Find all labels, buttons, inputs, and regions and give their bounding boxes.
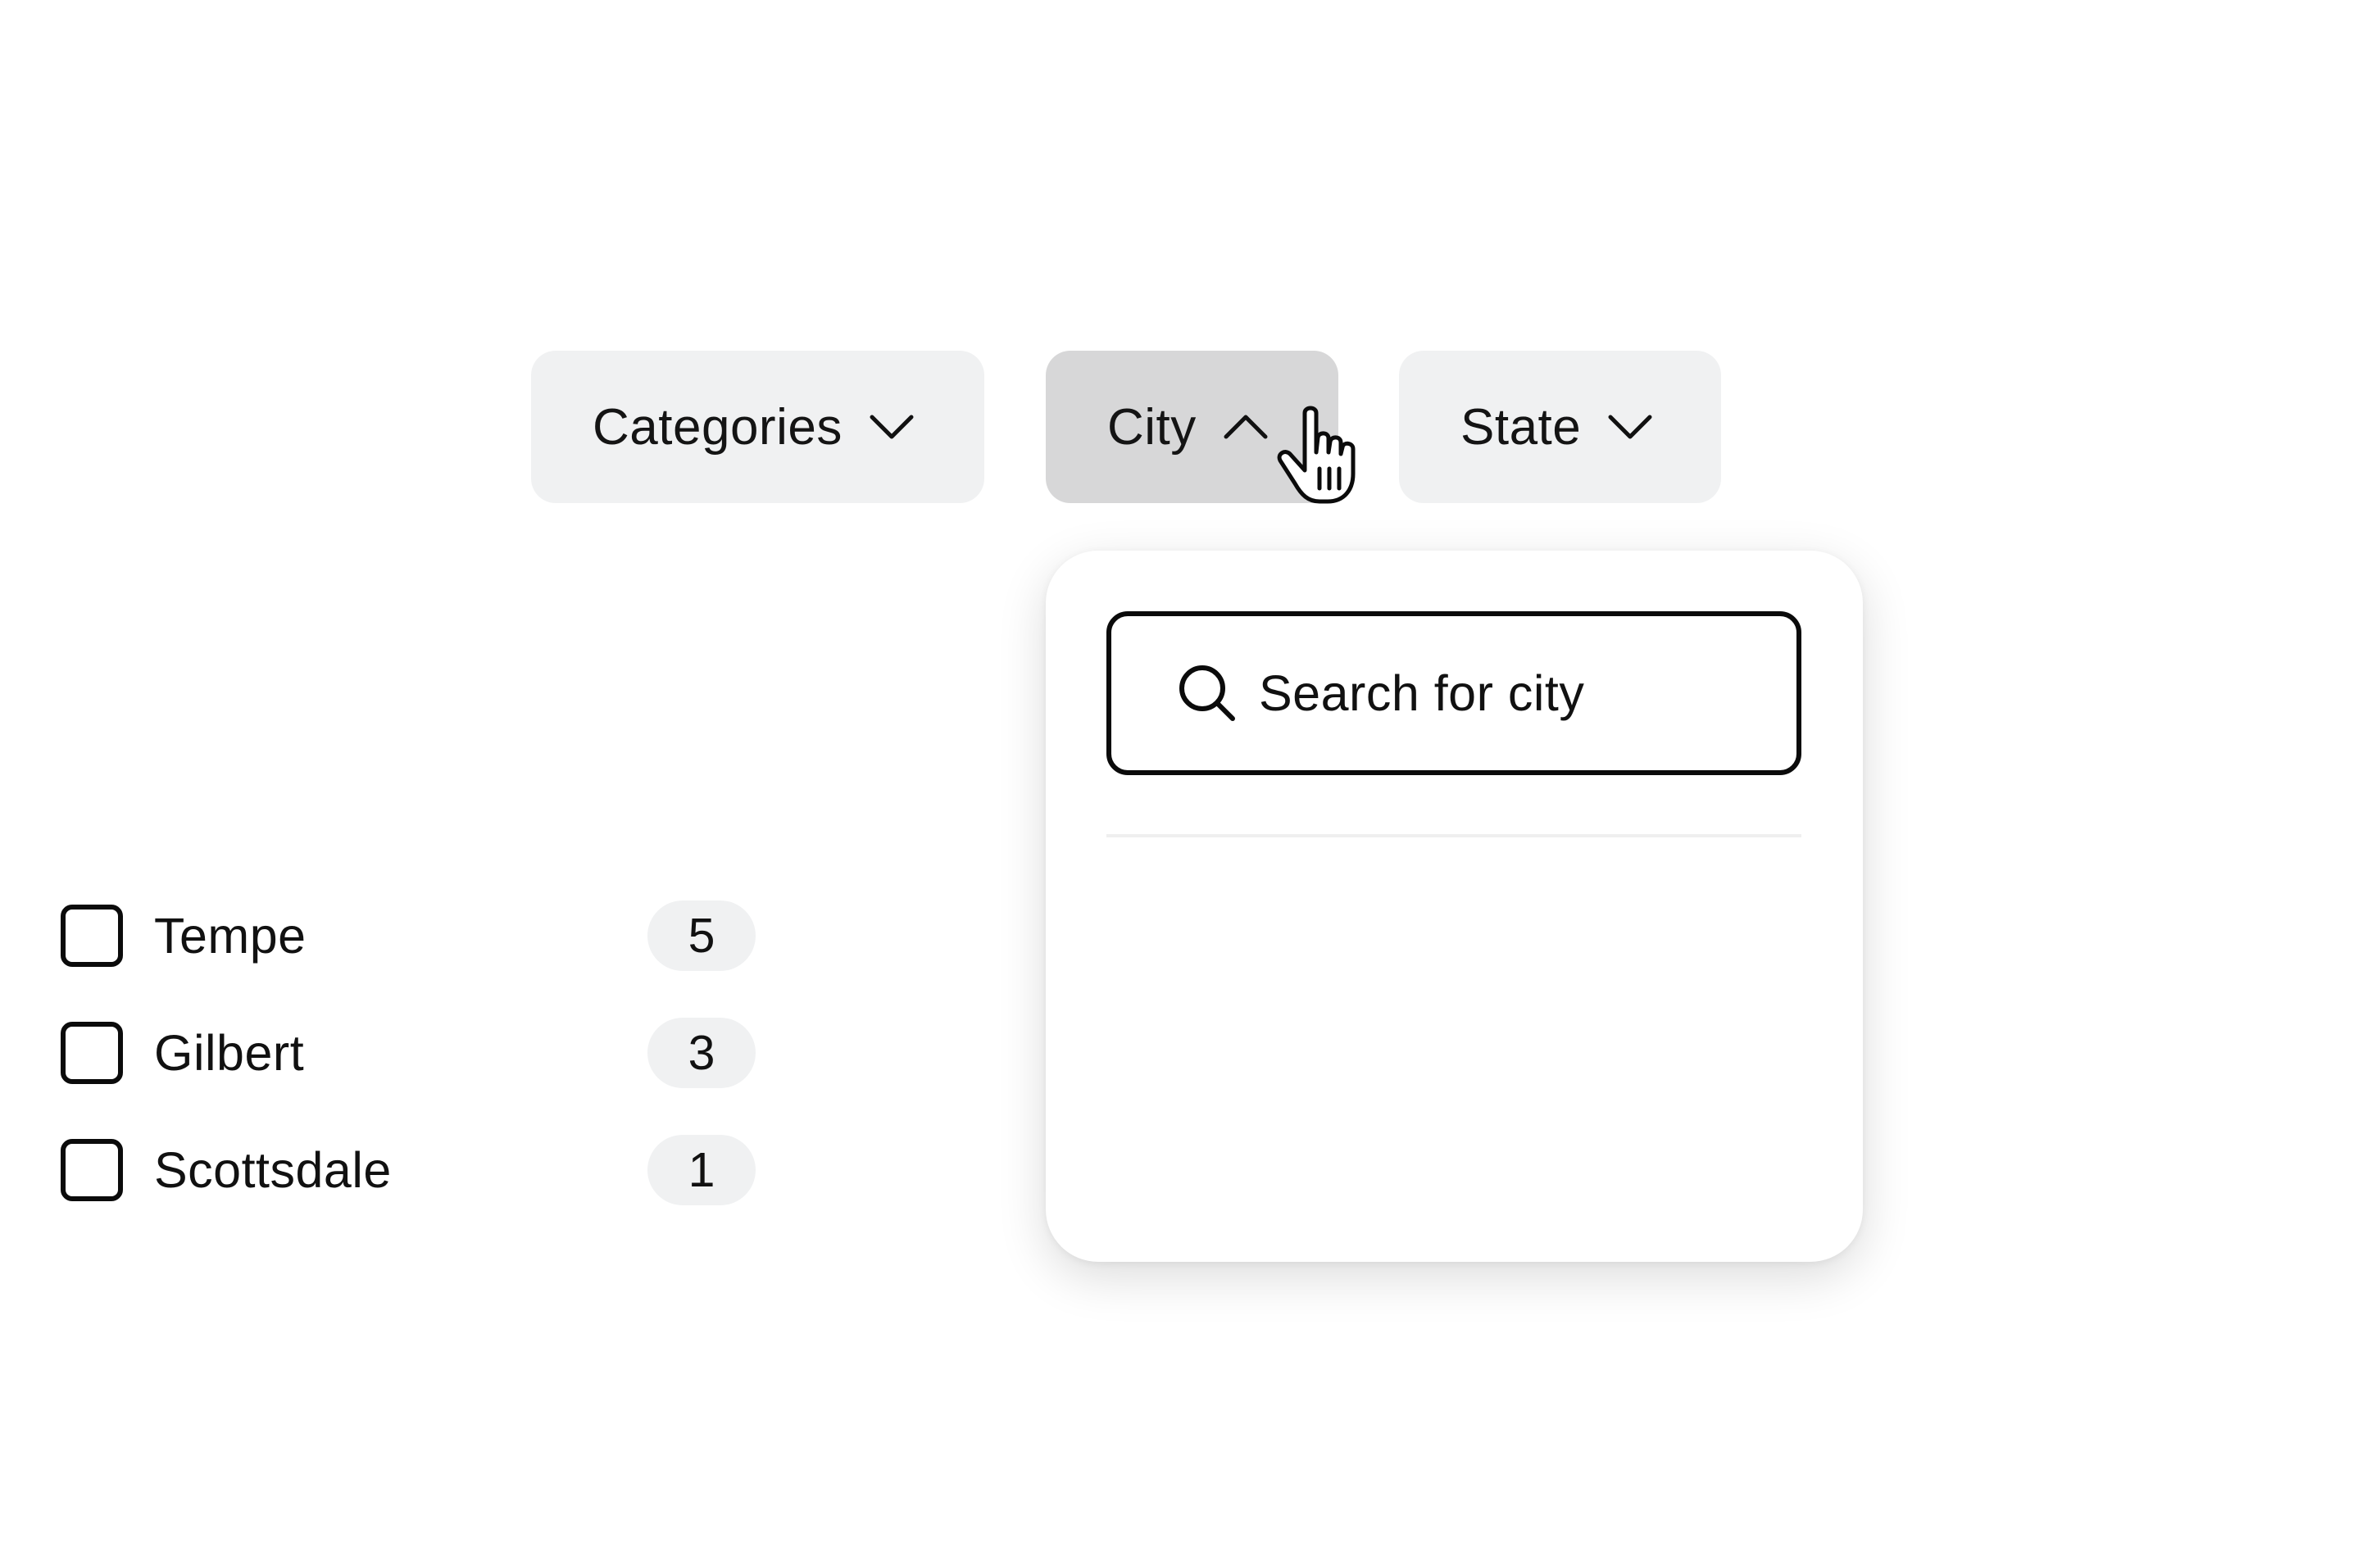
city-search-box[interactable]	[1106, 611, 1801, 775]
city-option-label: Scottsdale	[154, 1142, 392, 1198]
city-option-gilbert[interactable]: Gilbert 3	[61, 1018, 756, 1088]
count-badge: 5	[647, 900, 756, 971]
count-badge: 3	[647, 1018, 756, 1088]
divider	[1106, 834, 1801, 837]
city-option-label: Gilbert	[154, 1025, 305, 1081]
search-icon	[1179, 665, 1235, 721]
checkbox[interactable]	[61, 1022, 123, 1084]
categories-filter-label: Categories	[593, 398, 843, 456]
categories-filter-button[interactable]: Categories	[531, 351, 984, 503]
count-badge: 1	[647, 1135, 756, 1205]
hand-pointer-icon	[1277, 406, 1356, 504]
state-filter-button[interactable]: State	[1399, 351, 1721, 503]
chevron-down-icon	[1608, 415, 1652, 439]
filter-bar-stage: Categories City State Search for city Te…	[0, 0, 2380, 1556]
chevron-down-icon	[870, 415, 914, 439]
checkbox[interactable]	[61, 905, 123, 967]
state-filter-label: State	[1460, 398, 1582, 456]
city-search-input[interactable]	[1259, 665, 1783, 722]
city-option-scottsdale[interactable]: Scottsdale 1	[61, 1135, 756, 1205]
city-option-tempe[interactable]: Tempe 5	[61, 900, 756, 971]
checkbox[interactable]	[61, 1139, 123, 1201]
city-option-label: Tempe	[154, 908, 307, 964]
city-filter-label: City	[1107, 398, 1197, 456]
city-dropdown-panel	[1046, 551, 1863, 1262]
chevron-up-icon	[1224, 415, 1268, 439]
